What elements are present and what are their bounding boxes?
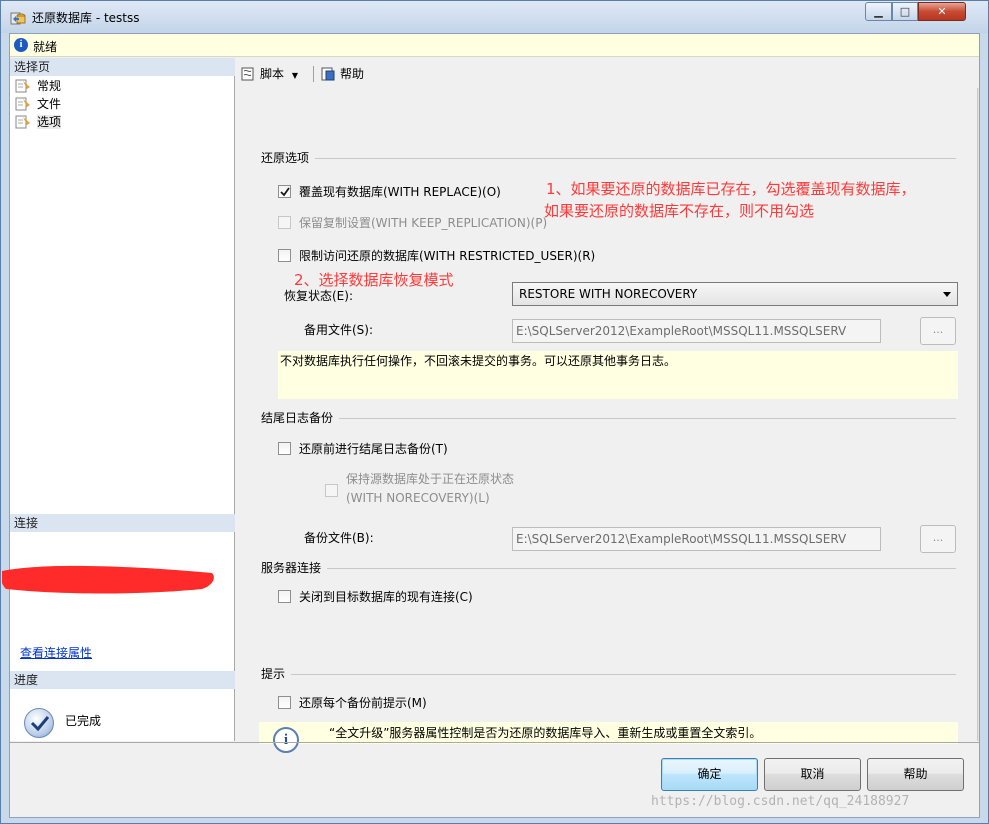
progress-header: 进度 [10,671,235,689]
status-text: 就绪 [33,40,58,54]
restore-database-window: 还原数据库 - testss ▁ □ ✕ i 就绪 选择页 常规 文件 选项 连 [0,0,989,824]
annotation-note-2: 2、选择数据库恢复模式 [294,271,454,289]
server-connections-title: 服务器连接 [261,560,328,576]
leave-restoring-checkbox[interactable] [325,484,338,497]
window-title: 还原数据库 - testss [32,11,140,25]
backup-file-label: 备份文件(B): [304,531,374,545]
backup-browse-button[interactable]: ... [920,525,956,553]
dialog-client-area: i 就绪 选择页 常规 文件 选项 连接 查看连接属性 进度 已完成 脚本 ▼ … [2,33,980,818]
backup-file-input[interactable]: E:\SQLServer2012\ExampleRoot\MSSQL11.MSS… [512,527,881,551]
info-icon: i [273,727,299,753]
redaction-scribble [2,565,214,594]
restore-options-title: 还原选项 [261,150,316,166]
page-item-options[interactable]: 选项 [15,113,62,131]
annotation-note-1-line-2: 如果要还原的数据库不存在，则不用勾选 [544,202,815,220]
left-panel: 选择页 常规 文件 选项 连接 查看连接属性 进度 已完成 [2,58,235,741]
help-toolbar-button[interactable]: 帮助 [320,65,364,83]
minimize-icon: ▁ [874,5,883,18]
page-item-general[interactable]: 常规 [15,77,61,95]
standby-file-label: 备用文件(S): [304,323,374,337]
bottom-divider [10,742,979,743]
script-label: 脚本 [260,67,285,81]
group-divider [266,674,956,675]
title-bar: 还原数据库 - testss ▁ □ ✕ [1,1,988,33]
cancel-button[interactable]: 取消 [764,758,861,791]
help-book-icon [321,67,335,81]
fulltext-info-note: “全文升级”服务器属性控制是否为还原的数据库导入、重新生成或重置全文索引。 [259,722,958,744]
page-icon [15,97,30,111]
page-icon [15,79,30,93]
checkmark-icon [280,187,290,197]
progress-status: 已完成 [65,714,102,728]
group-divider [266,418,956,419]
tail-log-title: 结尾日志备份 [261,410,340,426]
leave-restoring-label-line1[interactable]: 保持源数据库处于正在还原状态 [346,471,514,487]
page-item-files[interactable]: 文件 [15,95,61,113]
restricted-user-label[interactable]: 限制访问还原的数据库(WITH RESTRICTED_USER)(R) [299,248,595,264]
group-divider [266,568,956,569]
info-icon: i [14,38,28,52]
help-button[interactable]: 帮助 [867,758,964,791]
page-item-label: 常规 [37,79,62,93]
overwrite-label[interactable]: 覆盖现有数据库(WITH REPLACE)(O) [299,184,501,200]
recovery-state-dropdown[interactable]: RESTORE WITH NORECOVERY [512,282,958,306]
options-page: 脚本 ▼ 帮助 还原选项 覆盖现有数据库(WITH REPLACE)(O) 保留… [236,58,979,753]
close-icon: ✕ [937,5,947,18]
restricted-user-checkbox[interactable] [278,249,291,262]
dropdown-arrow-icon[interactable]: ▼ [292,71,298,80]
help-label: 帮助 [340,67,365,81]
standby-file-input[interactable]: E:\SQLServer2012\ExampleRoot\MSSQL11.MSS… [512,319,881,343]
connection-header: 连接 [10,514,235,532]
watermark: https://blog.csdn.net/qq_24188927 [651,794,910,809]
script-icon [241,67,254,81]
maximize-icon: □ [899,5,911,18]
close-connections-label[interactable]: 关闭到目标数据库的现有连接(C) [299,589,473,605]
leave-restoring-label-line2[interactable]: (WITH NORECOVERY)(L) [346,490,490,506]
annotation-note-1-line-1: 1、如果要还原的数据库已存在，勾选覆盖现有数据库， [546,180,916,198]
database-restore-icon [10,12,26,25]
status-bar: i 就绪 [10,34,979,57]
tail-log-backup-checkbox[interactable] [278,442,291,455]
view-connection-properties-link[interactable]: 查看连接属性 [20,644,92,661]
close-button[interactable]: ✕ [918,2,966,21]
checkmark-icon [24,708,54,738]
minimize-button[interactable]: ▁ [865,2,892,21]
toolbar: 脚本 ▼ 帮助 [236,58,979,88]
keep-replication-label[interactable]: 保留复制设置(WITH KEEP_REPLICATION)(P) [299,215,547,231]
recovery-state-description: 不对数据库执行任何操作，不回滚未提交的事务。可以还原其他事务日志。 [278,351,958,399]
group-divider [266,158,956,159]
maximize-button[interactable]: □ [892,2,918,21]
page-item-label: 选项 [37,115,62,129]
ok-button[interactable]: 确定 [661,758,758,791]
overwrite-checkbox[interactable] [278,185,291,198]
close-connections-checkbox[interactable] [278,590,291,603]
prompt-each-checkbox[interactable] [278,696,291,709]
page-item-label: 文件 [37,97,62,111]
tail-log-backup-label[interactable]: 还原前进行结尾日志备份(T) [299,441,448,457]
select-page-header: 选择页 [10,58,235,76]
prompt-each-label[interactable]: 还原每个备份前提示(M) [299,695,427,711]
page-icon [15,115,30,129]
script-button[interactable]: 脚本 ▼ [240,65,298,83]
prompt-title: 提示 [261,666,292,682]
toolbar-separator [313,66,314,82]
standby-browse-button[interactable]: ... [920,317,956,345]
keep-replication-checkbox[interactable] [278,216,291,229]
recovery-state-label: 恢复状态(E): [284,289,353,303]
scrollbar-edge [977,88,979,741]
recovery-state-value: RESTORE WITH NORECOVERY [519,287,698,301]
chevron-down-icon [943,292,951,297]
